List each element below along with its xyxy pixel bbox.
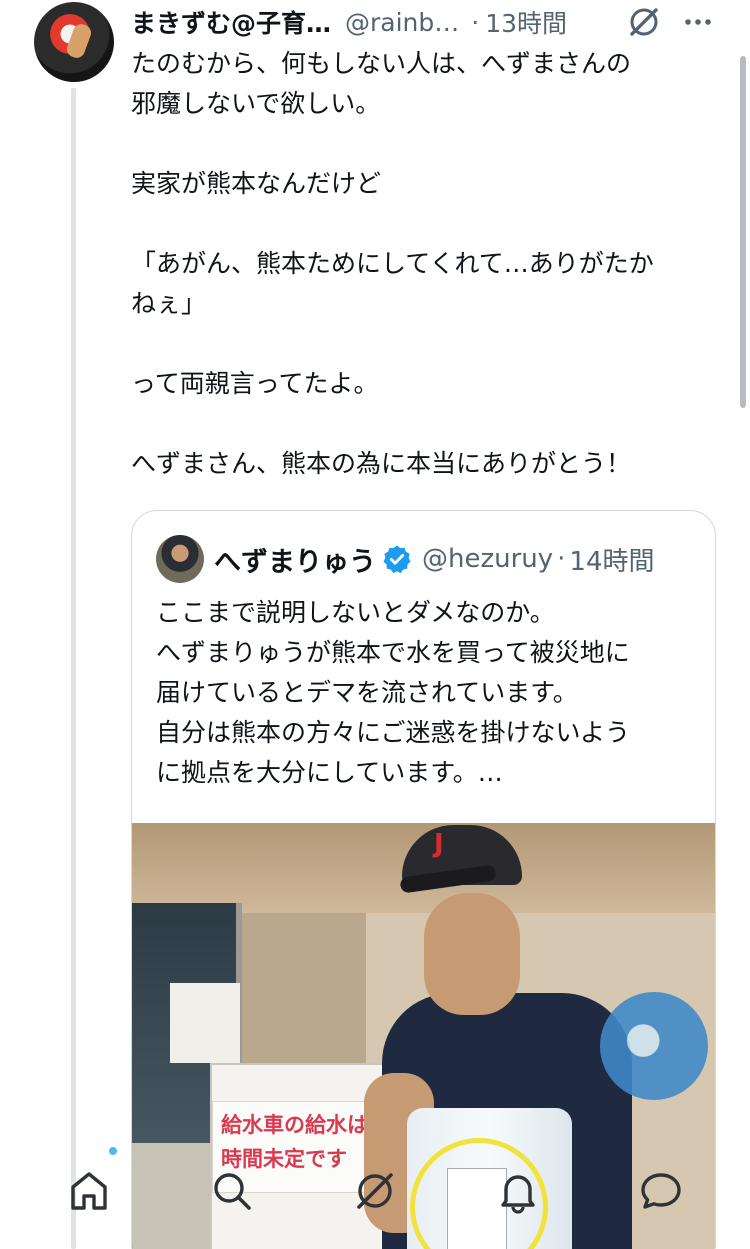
- author-handle[interactable]: @rainb…: [345, 8, 459, 37]
- tweet-text-line: ねぇ」: [131, 289, 207, 318]
- tweet-text-line: 「あがん、熊本ためにしてくれて…ありがたか: [131, 249, 654, 278]
- tweet-time[interactable]: 13時間: [485, 4, 567, 40]
- quote-text-line: に拠点を大分にしています。…: [156, 758, 503, 787]
- photo-notice-board: [170, 983, 240, 1063]
- quote-text: ここまで説明しないとダメなのか。 へずまりゅうが熊本で水を買って被災地に 届けて…: [156, 593, 701, 793]
- tweet-text-line: [131, 124, 711, 164]
- separator-dot: ·: [471, 7, 480, 37]
- home-icon: [71, 1171, 108, 1210]
- tweet-text-line: 実家が熊本なんだけど: [131, 169, 382, 198]
- tweet-text-line: [131, 204, 711, 244]
- more-icon[interactable]: [680, 4, 716, 40]
- tweet-text-line: へずまさん、熊本の為に本当にありがとう！: [131, 449, 632, 478]
- photo-person-head: [424, 893, 520, 1015]
- quote-text-line: へずまりゅうが熊本で水を買って被災地に: [156, 638, 630, 667]
- thread-connector-line: [71, 88, 76, 1249]
- tweet-text-line: [131, 324, 711, 364]
- bottom-tab-bar: [0, 1142, 750, 1249]
- verified-badge-icon: [383, 545, 411, 574]
- quote-header: へずまりゅう @hezuruy · 14時間: [214, 535, 655, 583]
- quote-text-line: 自分は熊本の方々にご迷惑を掛けないよう: [156, 718, 631, 747]
- tweet-text-line: [131, 404, 711, 444]
- tab-home[interactable]: [61, 1144, 120, 1219]
- tab-notifications[interactable]: [490, 1163, 546, 1219]
- tab-messages[interactable]: [633, 1163, 689, 1219]
- quote-tweet-card[interactable]: へずまりゅう @hezuruy · 14時間 ここまで説明しないとダメなのか。 …: [131, 510, 716, 1249]
- quote-text-line: ここまで説明しないとダメなのか。: [156, 598, 555, 627]
- tab-grok[interactable]: [347, 1163, 403, 1219]
- grok-icon[interactable]: [626, 4, 662, 40]
- tweet-text-line: って両親言ってたよ。: [131, 369, 379, 398]
- tweet-text-line: 邪魔しないで欲しい。: [131, 89, 381, 118]
- photo-cap-logo: J: [434, 829, 444, 859]
- messages-icon: [640, 1172, 681, 1209]
- floating-video-bubble[interactable]: [600, 992, 708, 1100]
- search-icon: [214, 1172, 251, 1210]
- avatar[interactable]: [34, 2, 114, 82]
- tweet-text-line: たのむから、何もしない人は、へずまさんの: [131, 49, 632, 78]
- quote-author-name[interactable]: へずまりゅう: [214, 540, 376, 579]
- home-notification-dot: [107, 1144, 120, 1157]
- grok-icon: [357, 1172, 393, 1209]
- tweet-text: たのむから、何もしない人は、へずまさんの 邪魔しないで欲しい。 実家が熊本なんだ…: [131, 44, 711, 484]
- quote-avatar[interactable]: [156, 535, 204, 583]
- tab-search[interactable]: [204, 1163, 260, 1219]
- separator-dot: ·: [557, 544, 566, 574]
- quote-time[interactable]: 14時間: [569, 541, 654, 578]
- author-name[interactable]: まきずむ@子育…: [131, 4, 331, 40]
- tweet-header: まきずむ@子育… @rainb… · 13時間: [131, 2, 567, 42]
- scrollbar[interactable]: [740, 56, 746, 408]
- notifications-icon: [501, 1174, 535, 1214]
- photo-sign-line: 給水車の給水は: [221, 1113, 368, 1137]
- quote-author-handle[interactable]: @hezuruy: [422, 544, 553, 574]
- quote-text-line: 届けているとデマを流されています。: [156, 678, 578, 707]
